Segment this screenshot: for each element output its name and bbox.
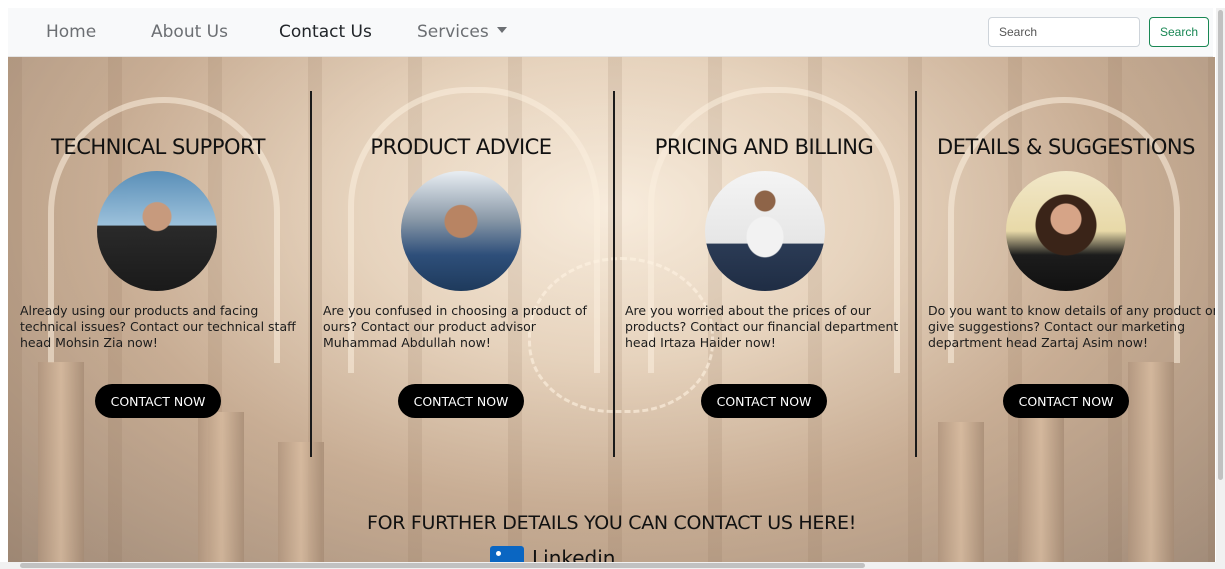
vertical-scrollbar-thumb[interactable] (1218, 10, 1223, 480)
caret-down-icon (496, 27, 507, 33)
card-description: Do you want to know details of any produ… (928, 303, 1215, 350)
contact-now-button[interactable]: CONTACT NOW (701, 384, 827, 418)
linkedin-icon[interactable] (490, 546, 524, 562)
card-description: Are you confused in choosing a product o… (323, 303, 587, 350)
nav-about-link[interactable]: About Us (151, 22, 228, 42)
card-description: Already using our products and facing te… (20, 303, 296, 350)
search-input[interactable] (988, 17, 1140, 47)
contact-now-button[interactable]: CONTACT NOW (398, 384, 524, 418)
card-description: Are you worried about the prices of our … (625, 303, 899, 350)
nav-home-link[interactable]: Home (46, 22, 96, 42)
nav-services-dropdown[interactable]: Services (417, 22, 507, 42)
nav-services-label: Services (417, 22, 489, 42)
social-link-label[interactable]: Linkedin (532, 546, 615, 562)
card-title: PRICING AND BILLING (654, 135, 874, 159)
avatar (1006, 171, 1126, 291)
card-title: DETAILS & SUGGESTIONS (937, 135, 1195, 159)
contact-hero-section: TECHNICAL SUPPORT Already using our prod… (8, 57, 1215, 562)
card-title: PRODUCT ADVICE (370, 135, 552, 159)
card-title: TECHNICAL SUPPORT (51, 135, 265, 159)
contact-now-button[interactable]: CONTACT NOW (95, 384, 221, 418)
avatar (705, 171, 825, 291)
nav-contact-link[interactable]: Contact Us (279, 22, 372, 42)
further-details-heading: FOR FURTHER DETAILS YOU CAN CONTACT US H… (366, 512, 857, 534)
horizontal-scrollbar-thumb[interactable] (20, 563, 865, 568)
avatar (97, 171, 217, 291)
avatar (401, 171, 521, 291)
contact-now-button[interactable]: CONTACT NOW (1003, 384, 1129, 418)
search-button[interactable]: Search (1149, 17, 1209, 47)
